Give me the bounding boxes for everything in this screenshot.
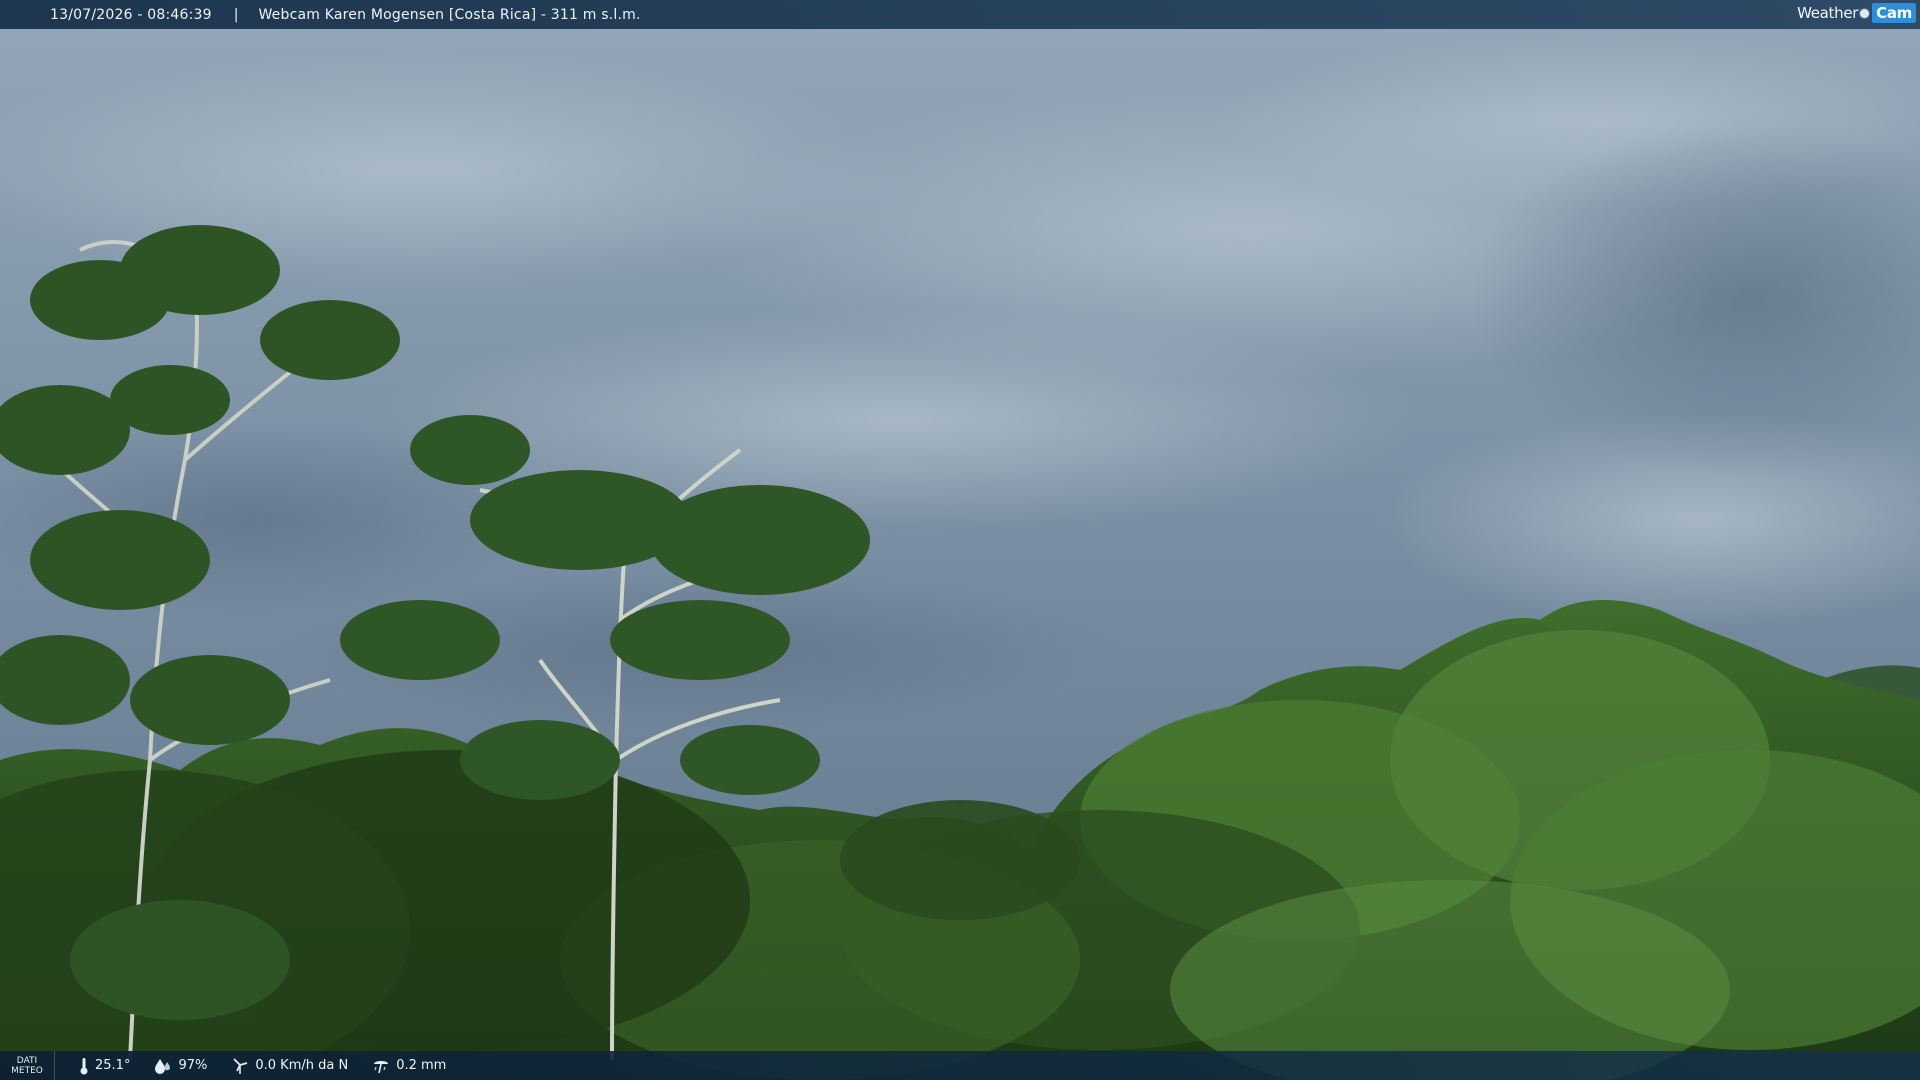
wind-value: 0.0 Km/h da N	[255, 1058, 349, 1073]
thermometer-icon	[79, 1057, 89, 1075]
header-separator: |	[233, 6, 239, 23]
brand-cam-text: Cam	[1872, 3, 1916, 23]
temperature-value: 25.1°	[95, 1058, 131, 1073]
weather-data-bar: DATI METEO 25.1° 97% 0.0 Km/h da N 0.2 m…	[0, 1051, 1920, 1080]
rain-value: 0.2 mm	[396, 1058, 447, 1073]
humidity-drop-icon	[154, 1058, 172, 1074]
weathercam-logo[interactable]: Weather Cam	[1797, 3, 1916, 23]
wind-reading: 0.0 Km/h da N	[231, 1057, 348, 1075]
weather-data-label: DATI METEO	[0, 1051, 55, 1080]
brand-weather-text: Weather	[1797, 4, 1859, 22]
webcam-image	[0, 0, 1920, 1080]
webcam-title: Webcam Karen Mogensen [Costa Rica] - 311…	[258, 6, 641, 23]
brand-dot-icon	[1860, 8, 1870, 18]
capture-timestamp: 13/07/2026 - 08:46:39	[50, 6, 212, 23]
weather-data-label-line2: METEO	[11, 1065, 43, 1076]
webcam-frame: 13/07/2026 - 08:46:39 | Webcam Karen Mog…	[0, 0, 1920, 1080]
temperature-reading: 25.1°	[79, 1057, 130, 1075]
rain-reading: 0.2 mm	[372, 1057, 446, 1075]
humidity-value: 97%	[178, 1058, 208, 1073]
rain-gauge-icon	[372, 1057, 390, 1075]
wind-turbine-icon	[231, 1057, 249, 1075]
weather-data-label-line1: DATI	[16, 1055, 38, 1066]
webcam-header-bar: 13/07/2026 - 08:46:39 | Webcam Karen Mog…	[0, 0, 1920, 29]
humidity-reading: 97%	[154, 1058, 207, 1074]
